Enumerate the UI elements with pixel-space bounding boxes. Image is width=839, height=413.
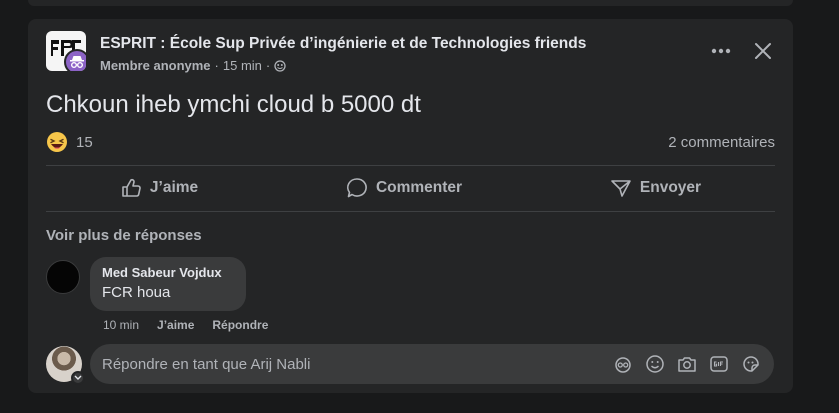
close-icon [755,43,771,59]
reaction-summary[interactable]: 15 [46,131,93,153]
comment-bubble-icon [346,178,367,198]
meta-separator: · [214,58,219,73]
group-name-link[interactable]: ESPRIT : École Sup Privée d’ingénierie e… [100,35,586,53]
post-time[interactable]: 15 min [223,58,262,73]
post-actions: J’aime Commenter Envoyer [46,166,775,210]
post-text: Chkoun iheb ymchi cloud b 5000 dt [46,91,421,118]
laughing-emoji-icon [47,132,67,152]
comment-time[interactable]: 10 min [103,318,139,332]
close-button[interactable] [751,39,775,63]
more-options-button[interactable] [709,39,733,63]
comment-reply-link[interactable]: Répondre [212,318,268,332]
avatar-sticker-button[interactable] [612,353,634,375]
reply-input[interactable] [102,355,612,373]
gif-button[interactable] [708,353,730,375]
gif-icon [710,356,728,372]
header-actions [709,39,775,63]
comment-author[interactable]: Med Sabeur Vojdux [102,265,234,280]
send-button[interactable]: Envoyer [610,177,701,199]
reply-tools [612,353,762,375]
more-replies-link[interactable]: Voir plus de réponses [46,227,202,244]
group-avatar[interactable] [46,31,86,71]
reactions-row: 15 2 commentaires [46,129,775,155]
comment-button[interactable]: Commenter [346,177,462,199]
avatar[interactable] [46,260,80,294]
comment-bubble: Med Sabeur Vojdux FCR houa [90,257,246,311]
post-header: ESPRIT : École Sup Privée d’ingénierie e… [46,31,793,81]
send-label: Envoyer [639,179,702,196]
emoji-button[interactable] [644,353,666,375]
comment-text: FCR houa [102,284,171,301]
comments-count-link[interactable]: 2 commentaires [668,134,775,151]
like-button[interactable]: J’aime [120,177,198,199]
thumbs-up-icon [122,178,141,197]
avatar[interactable] [46,346,85,385]
send-icon [611,180,631,197]
post-author[interactable]: Membre anonyme [100,58,211,73]
comment-label: Commenter [375,179,463,196]
globe-icon [274,59,286,72]
more-horizontal-icon [711,48,731,54]
post-card: ESPRIT : École Sup Privée d’ingénierie e… [28,19,793,393]
avatar-sticker-icon [615,357,631,373]
comment-like-link[interactable]: J’aime [157,318,194,332]
anonymous-member-icon [64,49,86,71]
post-meta: Membre anonyme · 15 min · [100,58,286,73]
previous-card-edge [28,0,793,6]
reaction-count: 15 [76,133,93,151]
meta-separator: · [265,58,271,73]
reply-box [90,344,774,384]
like-label: J’aime [149,179,199,196]
comment-meta: 10 min J’aime Répondre [103,318,268,332]
sticker-icon [743,356,759,372]
camera-icon [678,357,696,372]
photo-button[interactable] [676,353,698,375]
divider [46,211,775,212]
sticker-button[interactable] [740,353,762,375]
smiley-icon [646,355,664,373]
chevron-down-icon[interactable] [71,371,85,385]
